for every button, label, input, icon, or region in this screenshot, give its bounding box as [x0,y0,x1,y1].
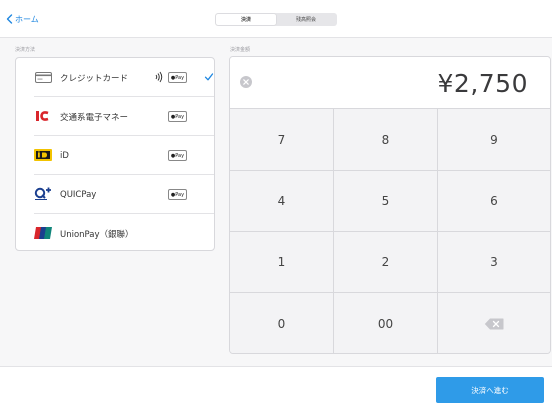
tab-payment[interactable]: 決済 [216,14,276,25]
key-2[interactable]: 2 [334,232,438,293]
method-label: クレジットカード [60,73,129,84]
apple-pay-badge: ● Pay [168,150,187,161]
credit-card-icon [34,70,52,84]
apple-pay-badge: ● Pay [168,189,187,200]
key-3[interactable]: 3 [438,232,550,293]
amount-value: ¥2,750 [437,68,528,98]
payment-method-list: クレジットカード ● Pay 交通系電子マネー ● Pay iD ● Pay QUIC… [15,57,215,251]
quicpay-logo-icon [34,187,52,201]
checkmark-icon [204,73,214,81]
contactless-icon [155,71,163,83]
back-button[interactable]: ホーム [6,12,39,26]
id-logo-icon [34,148,52,162]
mode-segmented-control: 決済 残高照会 [215,13,337,26]
back-label: ホーム [15,14,39,24]
key-8[interactable]: 8 [334,109,438,171]
backspace-icon [484,318,504,329]
clear-icon[interactable] [240,76,252,88]
method-id[interactable]: iD ● Pay [16,136,214,175]
key-9[interactable]: 9 [438,109,550,171]
apple-pay-badge: ● Pay [168,72,187,83]
method-unionpay[interactable]: UnionPay（銀聯） [16,214,214,250]
key-4[interactable]: 4 [230,171,334,232]
amount-section-label: 決済金額 [230,47,251,53]
amount-display: ¥2,750 [230,57,550,109]
chevron-left-icon [6,14,13,24]
key-00[interactable]: 00 [334,293,438,353]
method-label: QUICPay [60,189,97,200]
method-label: UnionPay（銀聯） [60,229,134,240]
key-6[interactable]: 6 [438,171,550,232]
top-bar: ホーム 決済 残高照会 [0,0,552,38]
method-transit-ic[interactable]: 交通系電子マネー ● Pay [16,97,214,136]
method-quicpay[interactable]: QUICPay ● Pay [16,175,214,214]
apple-pay-badge: ● Pay [168,111,187,122]
unionpay-logo-icon [34,226,52,240]
payment-method-section-label: 決済方法 [15,47,36,53]
method-credit-card[interactable]: クレジットカード ● Pay [16,58,214,97]
footer-bar: 決済へ進む [0,366,552,414]
proceed-to-payment-button[interactable]: 決済へ進む [436,377,544,403]
key-7[interactable]: 7 [230,109,334,171]
amount-panel: ¥2,750 7 8 9 4 5 6 1 2 3 0 00 [229,56,551,354]
key-0[interactable]: 0 [230,293,334,353]
key-5[interactable]: 5 [334,171,438,232]
numeric-keypad: 7 8 9 4 5 6 1 2 3 0 00 [230,109,550,353]
method-label: iD [60,150,69,161]
key-1[interactable]: 1 [230,232,334,293]
backspace-key[interactable] [438,293,550,353]
tab-balance-inquiry[interactable]: 残高照会 [276,14,336,25]
method-label: 交通系電子マネー [60,112,129,123]
ic-transit-icon [34,109,52,123]
